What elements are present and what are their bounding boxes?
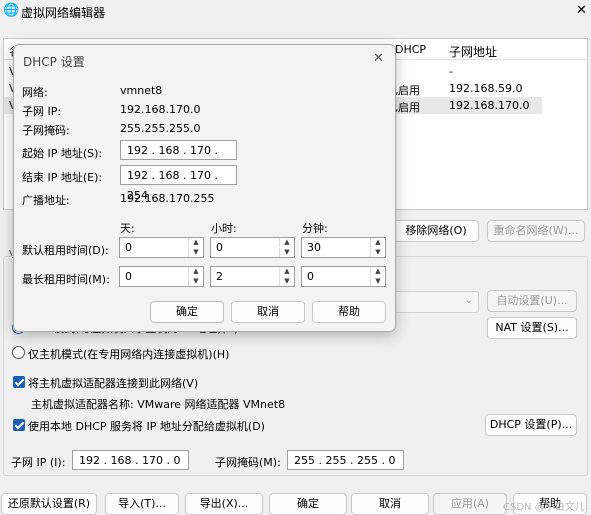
row-subnet: 192.168.170.0 [449,99,530,112]
spin-down-icon[interactable]: ▼ [370,277,385,286]
spin-down-icon[interactable]: ▼ [279,277,294,286]
title-bar: 🌐 虚拟网络编辑器 ✕ [0,0,591,22]
dhcp-cancel-button[interactable]: 取消 [231,301,305,323]
network-value: vmnet8 [120,84,163,97]
default-lease-hours-stepper[interactable]: 0 ▲ ▼ [210,237,295,258]
remove-network-button[interactable]: 移除网络(O) [393,220,479,242]
spin-up-icon[interactable]: ▲ [279,267,294,276]
hours-column-label: 小时: [211,222,237,235]
restore-defaults-button[interactable]: 还原默认设置(R) [1,493,97,515]
spin-down-icon[interactable]: ▼ [188,277,203,286]
default-lease-minutes-value: 30 [307,241,321,254]
start-ip-label: 起始 IP 地址(S): [22,147,103,160]
use-dhcp-label: 使用本地 DHCP 服务将 IP 地址分配给虚拟机(D) [28,420,265,433]
subnet-ip-label: 子网 IP: [22,105,62,118]
apply-button[interactable]: 应用(A) [433,493,507,515]
row-subnet: - [449,65,453,78]
end-ip-label: 结束 IP 地址(E): [22,171,103,184]
auto-settings-button[interactable]: 自动设置(U)... [487,290,577,312]
cancel-button[interactable]: 取消 [351,493,429,515]
connect-adapter-checkbox[interactable] [13,376,25,388]
ok-button[interactable]: 确定 [269,493,347,515]
host-only-radio[interactable] [12,346,25,359]
max-lease-days-value: 0 [125,270,132,283]
dhcp-help-button[interactable]: 帮助 [312,301,386,323]
max-lease-minutes-stepper[interactable]: 0 ▲ ▼ [301,266,386,287]
spin-up-icon[interactable]: ▲ [370,238,385,247]
connect-adapter-label: 将主机虚拟适配器连接到此网络(V) [28,377,199,390]
subnet-ip-field[interactable]: 192 . 168 . 170 . 0 [72,450,189,470]
max-lease-days-stepper[interactable]: 0 ▲ ▼ [119,266,204,287]
globe-icon: 🌐 [3,3,20,18]
spin-down-icon[interactable]: ▼ [188,248,203,257]
row-subnet: 192.168.59.0 [449,82,523,95]
broadcast-label: 广播地址: [22,194,70,207]
max-lease-hours-value: 2 [216,270,223,283]
dhcp-ok-button[interactable]: 确定 [150,301,224,323]
default-lease-days-value: 0 [125,241,132,254]
watermark: CSDN @小白文儿 [503,502,585,513]
bridge-select[interactable]: ⌄ [394,291,479,313]
import-button[interactable]: 导入(T)... [105,493,179,515]
default-lease-days-stepper[interactable]: 0 ▲ ▼ [119,237,204,258]
close-icon[interactable]: ✕ [576,3,587,18]
max-lease-minutes-value: 0 [307,270,314,283]
spin-up-icon[interactable]: ▲ [188,238,203,247]
spin-up-icon[interactable]: ▲ [279,238,294,247]
subnet-mask-label: 子网掩码: [22,124,70,137]
nat-settings-button[interactable]: NAT 设置(S)... [487,317,577,339]
spin-up-icon[interactable]: ▲ [188,267,203,276]
subnet-mask-field[interactable]: 255 . 255 . 255 . 0 [287,450,404,470]
subnet-ip-label: 子网 IP (I): [11,456,66,469]
default-lease-hours-value: 0 [216,241,223,254]
broadcast-value: 192.168.170.255 [120,192,215,205]
default-lease-label: 默认租用时间(D): [22,244,109,257]
end-ip-field[interactable]: 192 . 168 . 170 . 254 [120,165,237,202]
default-lease-minutes-stepper[interactable]: 30 ▲ ▼ [301,237,386,258]
network-label: 网络: [22,86,48,99]
minutes-column-label: 分钟: [302,222,328,235]
window-title: 虚拟网络编辑器 [21,6,106,20]
chevron-down-icon: ⌄ [464,295,473,306]
dhcp-settings-dialog: DHCP 设置 ✕ 网络: vmnet8 子网 IP: 192.168.170.… [13,44,396,332]
dialog-title: DHCP 设置 [23,55,85,69]
spin-up-icon[interactable]: ▲ [370,267,385,276]
max-lease-label: 最长租用时间(M): [22,273,110,286]
subnet-ip-value: 192.168.170.0 [120,103,201,116]
subnet-mask-value: 255.255.255.0 [120,122,201,135]
column-header-subnet[interactable]: 子网地址 [449,43,497,60]
dhcp-settings-button[interactable]: DHCP 设置(P)... [485,414,577,436]
use-dhcp-checkbox[interactable] [13,419,25,431]
adapter-name-label: 主机虚拟适配器名称: VMware 网络适配器 VMnet8 [31,398,286,411]
spin-down-icon[interactable]: ▼ [370,248,385,257]
spin-down-icon[interactable]: ▼ [279,248,294,257]
column-header-dhcp[interactable]: DHCP [395,43,426,56]
max-lease-hours-stepper[interactable]: 2 ▲ ▼ [210,266,295,287]
export-button[interactable]: 导出(X)... [185,493,263,515]
start-ip-field[interactable]: 192 . 168 . 170 . 128 [120,140,237,177]
days-column-label: 天: [120,222,135,235]
rename-network-button[interactable]: 重命名网络(W)... [487,220,585,242]
close-icon[interactable]: ✕ [373,51,384,66]
host-only-label: 仅主机模式(在专用网络内连接虚拟机)(H) [28,348,230,361]
subnet-mask-label: 子网掩码(M): [215,456,281,469]
